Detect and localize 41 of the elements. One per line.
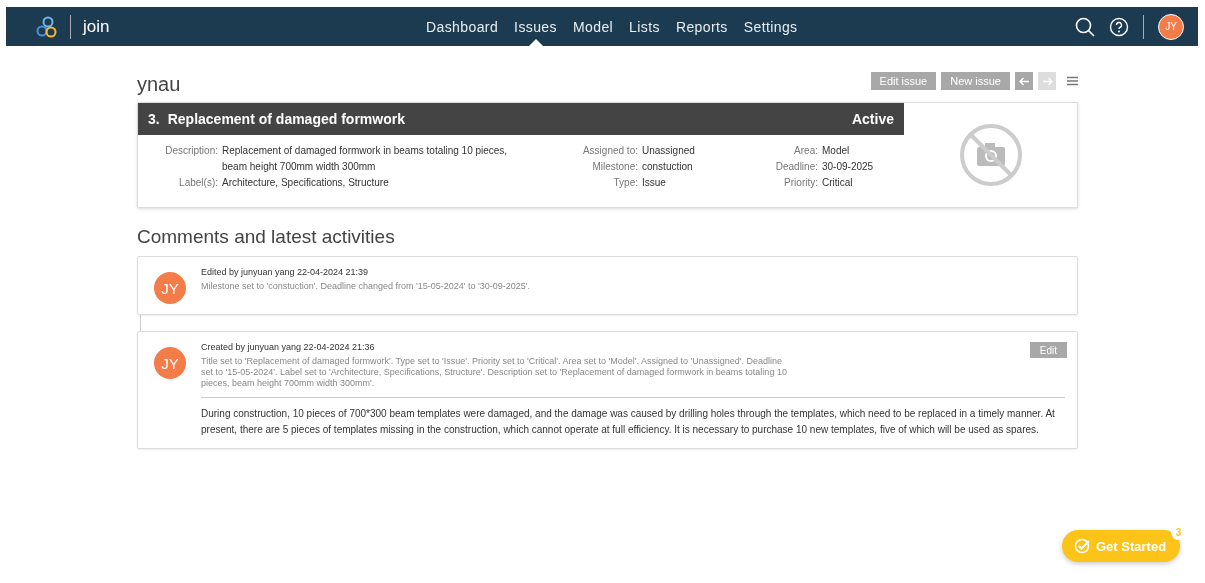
field-value: Unassigned bbox=[642, 144, 695, 158]
nav-tab[interactable]: Dashboard bbox=[426, 8, 499, 45]
field-value: 30-09-2025 bbox=[822, 160, 875, 174]
logo-icon[interactable] bbox=[36, 15, 58, 38]
no-image-icon bbox=[958, 123, 1023, 187]
help-icon[interactable] bbox=[1109, 16, 1129, 37]
issue-number: 3. bbox=[148, 111, 160, 127]
comment-text: During construction, 10 pieces of 700*300 beam templates were damaged, and the damage was caused by drilling holes through the templates, which need to be replaced in a timely manner. At present, there are 5 pieces of templates missing in the construction, which cannot operate at full efficiency. It is necessary to purchase 10 new templates, five of which will be used as spares. bbox=[201, 397, 1065, 438]
field-label: Priority: bbox=[783, 176, 818, 190]
field-label: Type: bbox=[612, 176, 638, 190]
nav-tab[interactable]: Issues bbox=[514, 8, 557, 45]
issue-title: Replacement of damaged formwork bbox=[167, 111, 405, 127]
issue-status: Active bbox=[851, 111, 894, 127]
activity-header: Edited by junyuan yang 22-04-2024 21:39 bbox=[201, 267, 369, 277]
activity-changes: Milestone set to 'constuction'. Deadline changed from '15-05-2024' to '30-09-2025'. bbox=[201, 281, 531, 292]
activity-header: Created by junyuan yang 22-04-2024 21:36 bbox=[201, 342, 375, 352]
activity-changes: Title set to 'Replacement of damaged formwork'. Type set to 'Issue'. Priority set to 'Critical'. Area set to 'Model'. Assigned to 'Unassigned'. Deadline set to '15-05-2024'. Label set to 'Architecture, Specifications, Structure'. Description set to 'Replacement of damaged formwork in beams totaling 10 pieces, beam height 700mm width 300mm'. bbox=[201, 356, 788, 389]
nav-tab[interactable]: Settings bbox=[743, 8, 798, 45]
field-value: Architecture, Specifications, Structure bbox=[222, 176, 390, 190]
field-label: Assigned to: bbox=[581, 144, 638, 158]
right-arrow-icon bbox=[1041, 76, 1053, 86]
search-icon[interactable] bbox=[1075, 16, 1095, 37]
nav-tab[interactable]: Reports bbox=[675, 8, 728, 45]
field-value: Critical bbox=[822, 176, 854, 190]
field-label: Milestone: bbox=[591, 160, 638, 174]
user-avatar: JY bbox=[154, 272, 186, 304]
nav-tab[interactable]: Lists bbox=[629, 8, 660, 45]
field-value: Replacement of damaged formwork in beams totaling 10 pieces, beam height 700mm width 300mm bbox=[222, 144, 509, 174]
field-value: Model bbox=[822, 144, 851, 158]
field-value: Issue bbox=[642, 176, 667, 190]
project-title: ynau bbox=[137, 73, 181, 96]
field-label: Label(s): bbox=[178, 176, 218, 190]
left-arrow-icon bbox=[1018, 76, 1030, 86]
section-heading: Comments and latest activities bbox=[137, 226, 396, 248]
nav-tab[interactable]: Model bbox=[572, 8, 614, 45]
brand-name: join bbox=[83, 16, 110, 37]
menu-icon[interactable] bbox=[1067, 76, 1078, 86]
user-avatar: JY bbox=[154, 347, 186, 379]
field-label: Description: bbox=[164, 144, 218, 158]
field-value: constuction bbox=[642, 160, 693, 174]
check-circle-icon bbox=[1074, 538, 1090, 554]
